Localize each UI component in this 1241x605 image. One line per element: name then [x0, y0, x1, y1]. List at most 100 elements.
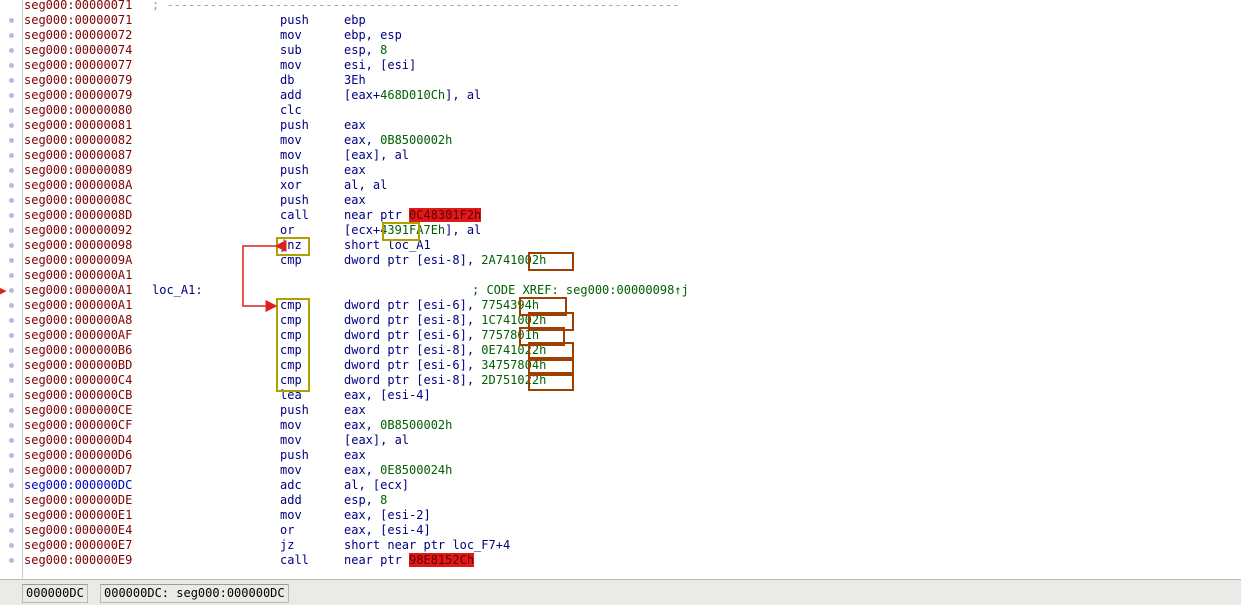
listing-line[interactable]: seg000:000000C4 cmp dword ptr [esi-8], 2D7… [0, 373, 1241, 388]
breakpoint-dot[interactable] [9, 108, 14, 113]
breakpoint-dot[interactable] [9, 243, 14, 248]
listing-line[interactable]: seg000:0000008C push eax [0, 193, 1241, 208]
listing-line[interactable]: seg000:00000079 add [eax+468D010Ch], al [0, 88, 1241, 103]
listing-line[interactable]: seg000:000000A1 loc_A1: ; CODE XREF: seg00… [0, 283, 1241, 298]
listing-line[interactable]: seg000:000000E4 or eax, [esi-4] [0, 523, 1241, 538]
breakpoint-dot[interactable] [9, 168, 14, 173]
breakpoint-dot[interactable] [9, 408, 14, 413]
xref-comment[interactable]: ; CODE XREF: seg000:00000098↑j [472, 283, 689, 298]
listing-line[interactable]: seg000:000000E7 jz short near ptr loc_F7+4 [0, 538, 1241, 553]
address: seg000:000000CB [24, 388, 133, 402]
listing-line[interactable]: seg000:000000D7 mov eax, 0E8500024h [0, 463, 1241, 478]
address: seg000:000000AF [24, 328, 133, 342]
breakpoint-dot[interactable] [9, 378, 14, 383]
listing-line[interactable]: seg000:00000081 push eax [0, 118, 1241, 133]
address: seg000:0000009A [24, 253, 133, 267]
listing-line[interactable]: seg000:00000082 mov eax, 0B8500002h [0, 133, 1241, 148]
mnemonic: lea [280, 388, 302, 402]
listing-line[interactable]: seg000:00000074 sub esp, 8 [0, 43, 1241, 58]
breakpoint-dot[interactable] [9, 393, 14, 398]
listing-line[interactable]: seg000:0000008A xor al, al [0, 178, 1241, 193]
listing-line[interactable]: seg000:0000009A cmp dword ptr [esi-8], 2A7… [0, 253, 1241, 268]
listing-line[interactable]: seg000:00000071 push ebp [0, 13, 1241, 28]
address: seg000:000000E7 [24, 538, 133, 552]
listing-line[interactable]: seg000:000000D4 mov [eax], al [0, 433, 1241, 448]
breakpoint-dot[interactable] [9, 48, 14, 53]
breakpoint-dot[interactable] [9, 558, 14, 563]
listing-line[interactable]: seg000:000000B6 cmp dword ptr [esi-8], 0E7… [0, 343, 1241, 358]
code-label[interactable]: loc_A1: [152, 283, 203, 298]
breakpoint-dot[interactable] [9, 438, 14, 443]
address: seg000:000000C4 [24, 373, 133, 387]
breakpoint-dot[interactable] [9, 498, 14, 503]
listing-line[interactable]: seg000:00000087 mov [eax], al [0, 148, 1241, 163]
breakpoint-dot[interactable] [9, 78, 14, 83]
breakpoint-dot[interactable] [9, 228, 14, 233]
mnemonic: mov [280, 418, 302, 432]
listing-line[interactable]: seg000:000000A1 [0, 268, 1241, 283]
bad-target: 98E8152Ch [409, 553, 475, 567]
listing-line[interactable]: seg000:00000092 or [ecx+4391FA7Eh], al [0, 223, 1241, 238]
listing-line[interactable]: seg000:000000AF cmp dword ptr [esi-6], 775… [0, 328, 1241, 343]
breakpoint-dot[interactable] [9, 333, 14, 338]
listing-line[interactable]: seg000:0000008D call near ptr 0C48301F2h [0, 208, 1241, 223]
listing-line[interactable]: seg000:00000089 push eax [0, 163, 1241, 178]
mnemonic: clc [280, 103, 302, 117]
listing-line[interactable]: seg000:00000072 mov ebp, esp [0, 28, 1241, 43]
address: seg000:000000E9 [24, 553, 133, 567]
mnemonic: push [280, 163, 309, 177]
disassembly-listing[interactable]: seg000:00000071 ; ----------------------… [0, 0, 1241, 578]
listing-line[interactable]: seg000:000000CE push eax [0, 403, 1241, 418]
breakpoint-dot[interactable] [9, 453, 14, 458]
listing-line[interactable]: seg000:00000077 mov esi, [esi] [0, 58, 1241, 73]
breakpoint-dot[interactable] [9, 288, 14, 293]
listing-line[interactable]: seg000:000000DE add esp, 8 [0, 493, 1241, 508]
breakpoint-dot[interactable] [9, 513, 14, 518]
operands: ebp, esp [344, 28, 402, 42]
breakpoint-dot[interactable] [9, 468, 14, 473]
breakpoint-dot[interactable] [9, 363, 14, 368]
listing-line[interactable]: seg000:000000E1 mov eax, [esi-2] [0, 508, 1241, 523]
breakpoint-dot[interactable] [9, 63, 14, 68]
operands: [eax], al [344, 433, 410, 447]
breakpoint-dot[interactable] [9, 183, 14, 188]
breakpoint-dot[interactable] [9, 528, 14, 533]
breakpoint-dot[interactable] [9, 273, 14, 278]
address: seg000:000000A1 [24, 268, 133, 282]
listing-line[interactable]: seg000:000000A8 cmp dword ptr [esi-8], 1C7… [0, 313, 1241, 328]
breakpoint-dot[interactable] [9, 93, 14, 98]
operands: dword ptr [esi-8], 2A741002h [344, 253, 547, 267]
mnemonic: or [280, 523, 295, 537]
listing-line[interactable]: seg000:000000CF mov eax, 0B8500002h [0, 418, 1241, 433]
breakpoint-dot[interactable] [9, 213, 14, 218]
listing-line[interactable]: seg000:000000BD cmp dword ptr [esi-6], 347… [0, 358, 1241, 373]
breakpoint-dot[interactable] [9, 153, 14, 158]
breakpoint-dot[interactable] [9, 33, 14, 38]
mnemonic: cmp [280, 373, 302, 387]
breakpoint-dot[interactable] [9, 543, 14, 548]
breakpoint-dot[interactable] [9, 318, 14, 323]
breakpoint-dot[interactable] [9, 303, 14, 308]
breakpoint-dot[interactable] [9, 423, 14, 428]
operands: al, [ecx] [344, 478, 410, 492]
breakpoint-dot[interactable] [9, 123, 14, 128]
listing-line[interactable]: seg000:000000CB lea eax, [esi-4] [0, 388, 1241, 403]
listing-line[interactable]: seg000:00000079 db 3Eh [0, 73, 1241, 88]
breakpoint-dot[interactable] [9, 483, 14, 488]
listing-line[interactable]: seg000:000000DC adc al, [ecx] [0, 478, 1241, 493]
breakpoint-dot[interactable] [9, 348, 14, 353]
breakpoint-dot[interactable] [9, 258, 14, 263]
operands: dword ptr [esi-6], 34757804h [344, 358, 547, 372]
mnemonic: add [280, 88, 302, 102]
listing-line[interactable]: seg000:000000D6 push eax [0, 448, 1241, 463]
listing-line[interactable]: seg000:000000A1 cmp dword ptr [esi-6], 775… [0, 298, 1241, 313]
breakpoint-dot[interactable] [9, 18, 14, 23]
listing-line[interactable]: seg000:00000080 clc [0, 103, 1241, 118]
operands: short loc_A1 [344, 238, 431, 252]
operands: eax [344, 448, 366, 462]
mnemonic: xor [280, 178, 302, 192]
breakpoint-dot[interactable] [9, 138, 14, 143]
breakpoint-dot[interactable] [9, 198, 14, 203]
listing-line[interactable]: seg000:00000098 jnz short loc_A1 [0, 238, 1241, 253]
listing-line[interactable]: seg000:000000E9 call near ptr 98E8152Ch [0, 553, 1241, 568]
